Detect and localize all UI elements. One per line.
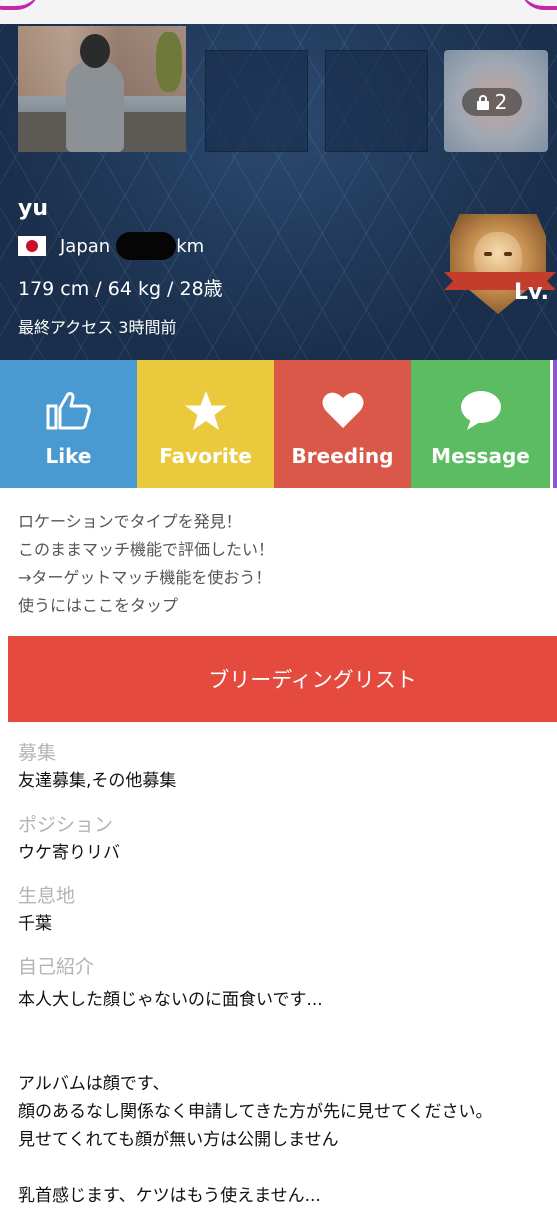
intro-text: 本人大した顔じゃないのに面食いです... アルバムは顔です、 顔のあるなし関係な… [18,990,493,1206]
message-button[interactable]: Message [411,360,550,488]
top-strip [0,0,557,24]
star-icon [184,391,227,430]
recruit-field: 募集 友達募集,その他募集 [18,740,176,794]
habitat-label: 生息地 [18,885,76,907]
breeding-button[interactable]: Breeding [274,360,411,488]
distance-unit: km [176,235,205,257]
level-badge-icon[interactable]: Lv. [444,210,556,322]
intro-field: 自己紹介 [18,954,94,980]
profile-photo-slot-2[interactable] [205,50,308,152]
decoration [520,0,557,10]
decoration [0,0,40,10]
thumbs-up-icon [46,392,91,430]
action-bar: Like Favorite Breeding Message [0,360,557,488]
locked-photo-badge: 2 [462,88,522,116]
promo-line: このままマッチ機能で評価したい！ [18,540,275,559]
location-row: Japan km [18,232,204,260]
photo-tree [156,32,182,92]
heart-icon [322,392,363,428]
target-match-promo[interactable]: ロケーションでタイプを発見！ このままマッチ機能で評価したい！ →ターゲットマッ… [18,508,274,620]
promo-line: →ターゲットマッチ機能を使おう！ [18,568,272,587]
photo-person [66,34,124,152]
profile-photo-slot-3[interactable] [325,50,428,152]
recruit-label: 募集 [18,742,57,764]
chat-bubble-icon [460,391,501,430]
body-stats: 179 cm / 64 kg / 28歳 [18,278,223,300]
breeding-list-button[interactable]: ブリーディングリスト [8,636,557,722]
level-label: Lv. [514,280,549,305]
badge-eye [504,252,512,256]
action-bar-edge [553,360,557,488]
promo-line: ロケーションでタイプを発見！ [18,512,242,531]
locked-photo-count: 2 [494,90,508,114]
intro-label: 自己紹介 [18,956,95,978]
last-access: 最終アクセス 3時間前 [18,318,177,337]
photo-person-body [66,62,124,152]
promo-line: 使うにはここをタップ [18,596,179,615]
message-label: Message [431,444,530,468]
like-button[interactable]: Like [0,360,137,488]
profile-header: 2 yu Japan km 179 cm / 64 kg / 28歳 最終アクセ… [0,24,557,360]
like-label: Like [45,444,92,468]
position-label: ポジション [18,814,114,836]
lock-icon [476,95,489,110]
favorite-label: Favorite [159,444,252,468]
habitat-field: 生息地 千葉 [18,883,75,937]
recruit-value: 友達募集,その他募集 [18,771,177,791]
position-value: ウケ寄りリバ [18,843,120,863]
position-field: ポジション ウケ寄りリバ [18,812,120,866]
country-name: Japan [60,235,111,257]
badge-eye [484,252,492,256]
habitat-value: 千葉 [18,914,52,934]
japan-flag-icon [18,236,46,256]
locked-photo[interactable]: 2 [444,50,548,152]
breeding-label: Breeding [291,444,394,468]
photo-person-head [80,34,110,68]
profile-photo-main[interactable] [18,26,186,152]
redacted-distance [116,232,177,260]
breeding-list-label: ブリーディングリスト [208,668,417,692]
favorite-button[interactable]: Favorite [137,360,274,488]
username: yu [18,196,49,221]
